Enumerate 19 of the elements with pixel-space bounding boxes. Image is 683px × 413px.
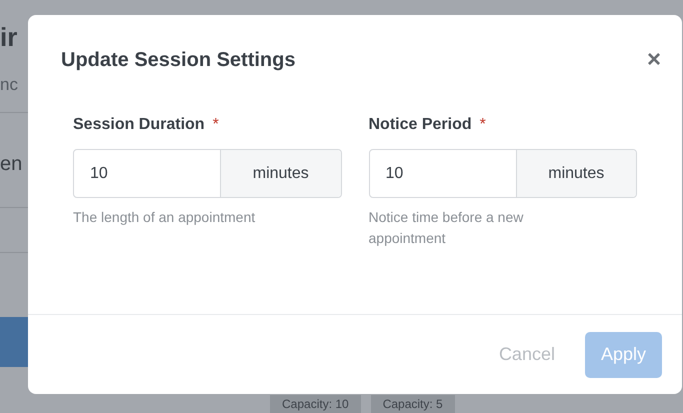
required-mark: *	[212, 115, 219, 135]
input-group[interactable]: 10 minutes	[368, 149, 637, 198]
field-hint: Notice time before a new appointment	[368, 208, 524, 248]
close-button[interactable]: ×	[646, 48, 661, 72]
capacity-tag: Capacity: 10	[270, 395, 361, 413]
number-field[interactable]: 10	[74, 150, 220, 197]
dialog-title: Update Session Settings	[61, 48, 296, 73]
unit-label: minutes	[220, 150, 340, 197]
page-text: nc	[0, 74, 18, 96]
field-label: Notice Period	[368, 115, 472, 135]
unit-label: minutes	[516, 150, 636, 197]
section-heading: en	[0, 152, 22, 176]
input-group[interactable]: 10 minutes	[73, 149, 342, 198]
required-mark: *	[480, 115, 486, 135]
field-hint: The length of an appointment	[73, 208, 256, 227]
number-field[interactable]: 10	[370, 150, 516, 197]
field-label: Session Duration	[73, 115, 205, 135]
capacity-tag: Capacity: 5	[370, 395, 455, 413]
page-heading: ir	[0, 24, 18, 50]
